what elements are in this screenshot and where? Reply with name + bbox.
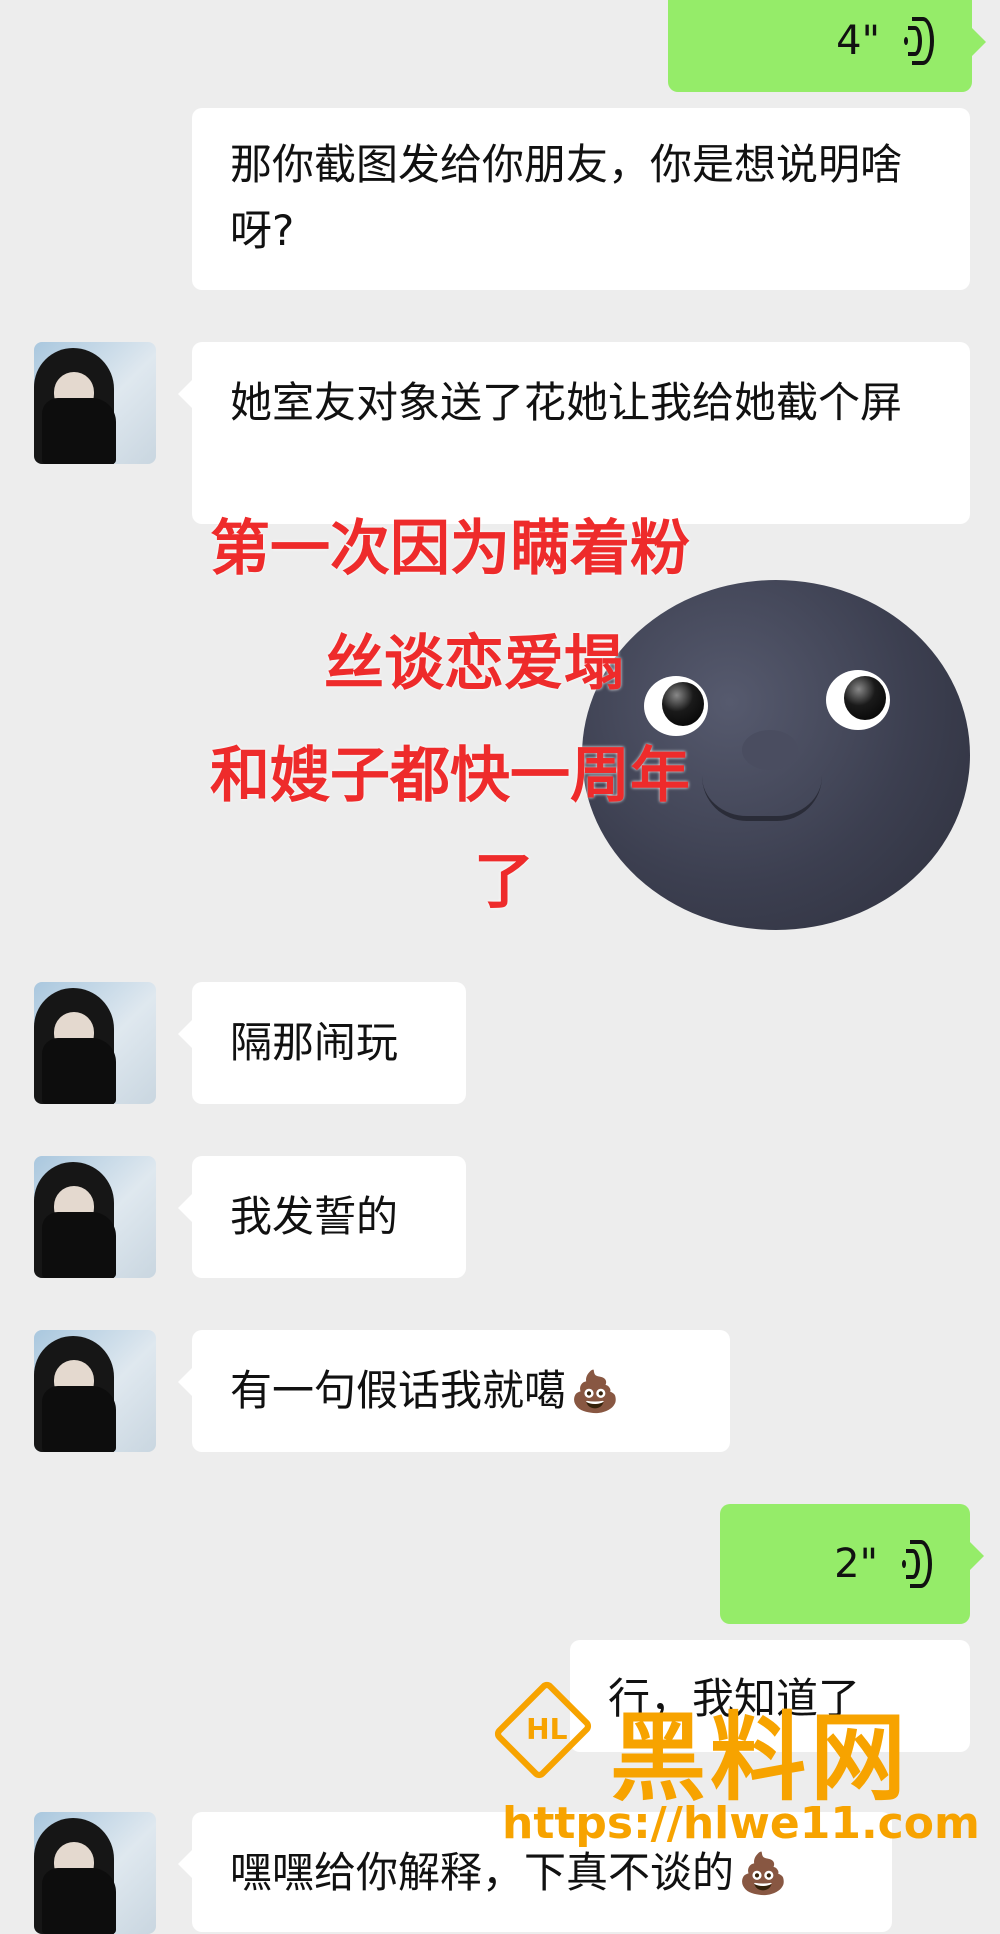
message-text: 隔那闹玩 bbox=[230, 1018, 399, 1067]
voice-duration: 2" bbox=[834, 1541, 878, 1587]
voice-duration: 4" bbox=[836, 18, 880, 64]
overlay-caption-line: 和嫂子都快一周年 bbox=[210, 741, 690, 811]
message-text: 有一句假话我就噶 bbox=[230, 1366, 567, 1415]
overlay-caption-line: 了 bbox=[474, 847, 534, 917]
watermark-url: https://hlwe11.com bbox=[502, 1798, 980, 1849]
voice-wave-icon bbox=[898, 17, 934, 65]
voice-message-bubble[interactable]: 2" bbox=[720, 1504, 984, 1624]
watermark-logo-icon: HL bbox=[491, 1678, 595, 1782]
poop-emoji: 💩 bbox=[570, 1369, 620, 1415]
message-bubble[interactable]: 我发誓的 bbox=[178, 1156, 466, 1278]
avatar[interactable] bbox=[34, 342, 156, 464]
overlay-caption-line: 第一次因为瞒着粉 bbox=[210, 514, 690, 584]
message-bubble[interactable]: 隔那闹玩 bbox=[178, 982, 466, 1104]
avatar[interactable] bbox=[34, 1156, 156, 1278]
message-bubble[interactable]: 那你截图发给你朋友，你是想说明啥呀? bbox=[192, 108, 970, 290]
message-text: 她室友对象送了花她让我给她截个屏 bbox=[230, 378, 903, 427]
message-bubble[interactable]: 她室友对象送了花她让我给她截个屏 bbox=[178, 342, 970, 524]
voice-wave-icon bbox=[896, 1540, 932, 1588]
voice-message-bubble[interactable]: 4" bbox=[668, 0, 986, 92]
message-bubble[interactable]: 有一句假话我就噶 💩 bbox=[178, 1330, 730, 1452]
avatar[interactable] bbox=[34, 982, 156, 1104]
message-text: 那你截图发给你朋友，你是想说明啥呀? bbox=[230, 140, 903, 255]
overlay-caption-line: 丝谈恋爱塌 bbox=[324, 629, 624, 699]
chat-view: 4" 那你截图发给你朋友，你是想说明啥呀? 她室友对象送了花她让我给她截个屏 第… bbox=[0, 0, 1000, 1934]
watermark: HL 黑料网 https://hlwe11.com bbox=[491, 1678, 980, 1868]
avatar[interactable] bbox=[34, 1812, 156, 1934]
message-text: 我发誓的 bbox=[230, 1192, 399, 1241]
avatar[interactable] bbox=[34, 1330, 156, 1452]
